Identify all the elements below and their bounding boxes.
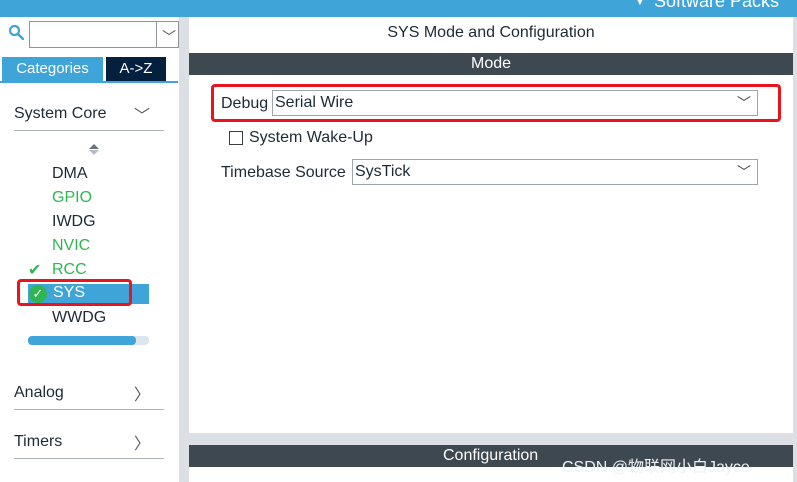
search-dropdown-button[interactable]: ﹀	[156, 22, 178, 47]
highlight-box-sys	[17, 279, 132, 306]
sidebar-item-gpio[interactable]: GPIO	[52, 189, 92, 207]
page-title: SYS Mode and Configuration	[387, 24, 595, 41]
stm32cubemx-window: ▼ Software Packs ﹀ Categories A->Z System…	[0, 0, 797, 482]
sidebar-item-nvic[interactable]: NVIC	[52, 237, 90, 255]
configuration-header-label: Configuration	[443, 447, 539, 464]
sidebar-item-rcc[interactable]: RCC	[52, 261, 87, 279]
tab-categories[interactable]: Categories	[2, 57, 103, 81]
sidebar-item-dma[interactable]: DMA	[52, 165, 88, 183]
chevron-down-icon: ﹀	[133, 108, 150, 125]
tabs-underline	[0, 81, 178, 83]
sidebar-item-wwdg[interactable]: WWDG	[52, 309, 106, 327]
chevron-right-icon: 〉	[133, 387, 150, 404]
sidebar-splitter[interactable]	[179, 17, 189, 482]
tab-a-to-z[interactable]: A->Z	[106, 57, 166, 81]
highlight-box-debug	[211, 84, 781, 122]
mode-header: Mode	[189, 53, 793, 75]
section-label: System Core	[14, 105, 107, 122]
search-input[interactable]: ﹀	[29, 21, 179, 48]
search-icon[interactable]	[8, 24, 24, 40]
scroll-up-icon[interactable]	[89, 144, 99, 149]
section-label: Timers	[14, 433, 63, 450]
main-panel-edge	[793, 17, 797, 482]
section-system-core[interactable]: System Core ﹀	[14, 97, 164, 131]
timebase-source-select[interactable]: SysTick ﹀	[352, 159, 758, 185]
chevron-down-icon: ﹀	[737, 164, 751, 180]
chevron-down-icon: ﹀	[162, 29, 176, 45]
timebase-select-value: SysTick	[355, 163, 411, 180]
top-bar: ▼ Software Packs	[0, 0, 797, 17]
chevron-right-icon: 〉	[133, 436, 150, 453]
software-packs-menu[interactable]: ▼ Software Packs	[634, 0, 779, 12]
software-packs-label: Software Packs	[653, 0, 779, 11]
section-timers[interactable]: Timers 〉	[14, 425, 164, 459]
dropdown-arrow-icon: ▼	[634, 0, 646, 8]
sidebar-tabs: Categories A->Z	[2, 57, 178, 81]
watermark: CSDN @物联网小白Jayce	[562, 459, 750, 476]
panel-splitter[interactable]	[189, 433, 793, 445]
timebase-source-label: Timebase Source	[221, 164, 346, 181]
horizontal-scrollbar-thumb[interactable]	[28, 336, 136, 345]
sidebar	[0, 17, 181, 482]
scroll-down-icon[interactable]	[89, 150, 99, 155]
system-wakeup-checkbox[interactable]	[229, 131, 243, 145]
section-analog[interactable]: Analog 〉	[14, 376, 164, 410]
sidebar-item-iwdg[interactable]: IWDG	[52, 213, 96, 231]
section-label: Analog	[14, 384, 64, 401]
checkmark-icon: ✔	[28, 262, 42, 279]
system-wakeup-label: System Wake-Up	[249, 129, 373, 146]
